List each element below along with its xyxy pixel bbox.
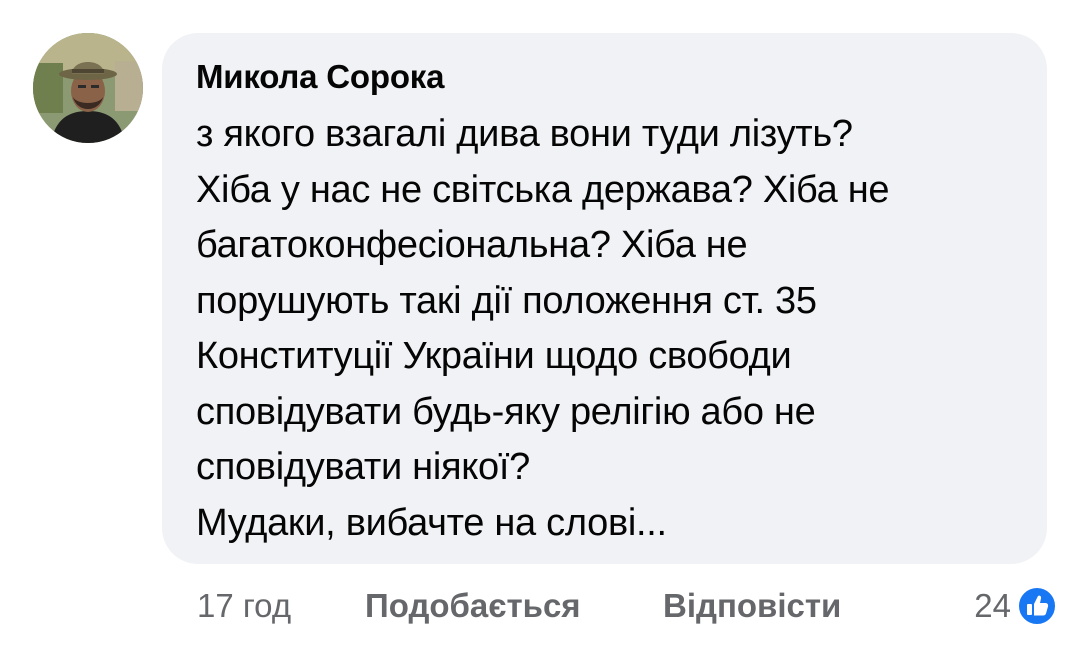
avatar-photo bbox=[33, 33, 143, 143]
like-button[interactable]: Подобається bbox=[365, 580, 581, 632]
comment-timestamp[interactable]: 17 год bbox=[197, 580, 291, 632]
comment-line: Мудаки, вибачте на слові... bbox=[196, 501, 667, 544]
thumbs-up-icon bbox=[1017, 586, 1057, 626]
comment-bubble: Микола Сорока з якого взагалі дива вони … bbox=[162, 33, 1047, 564]
reactions-summary[interactable]: 24 bbox=[974, 580, 1057, 632]
comment-line: Конституції України щодо свободи bbox=[196, 335, 792, 377]
comment-actions: 17 год Подобається Відповісти 24 bbox=[197, 580, 1057, 632]
reaction-count: 24 bbox=[974, 587, 1011, 624]
comment-author[interactable]: Микола Сорока bbox=[196, 55, 1017, 99]
comment-line: з якого взагалі дива вони туди лізуть? bbox=[196, 113, 853, 155]
comment-line: сповідувати будь-яку релігію або не bbox=[196, 390, 816, 433]
reply-button[interactable]: Відповісти bbox=[663, 580, 841, 632]
avatar[interactable] bbox=[33, 33, 143, 143]
comment-line: сповідувати ніякої? bbox=[196, 446, 530, 488]
comment-line: багатоконфесіональна? Хіба не bbox=[196, 224, 748, 266]
comment-line: Хіба у нас не світська держава? Хіба не bbox=[196, 168, 890, 211]
comment-text: з якого взагалі дива вони туди лізуть? Х… bbox=[196, 107, 1017, 551]
comment-line: порушують такі дії положення ст. 35 bbox=[196, 279, 817, 322]
